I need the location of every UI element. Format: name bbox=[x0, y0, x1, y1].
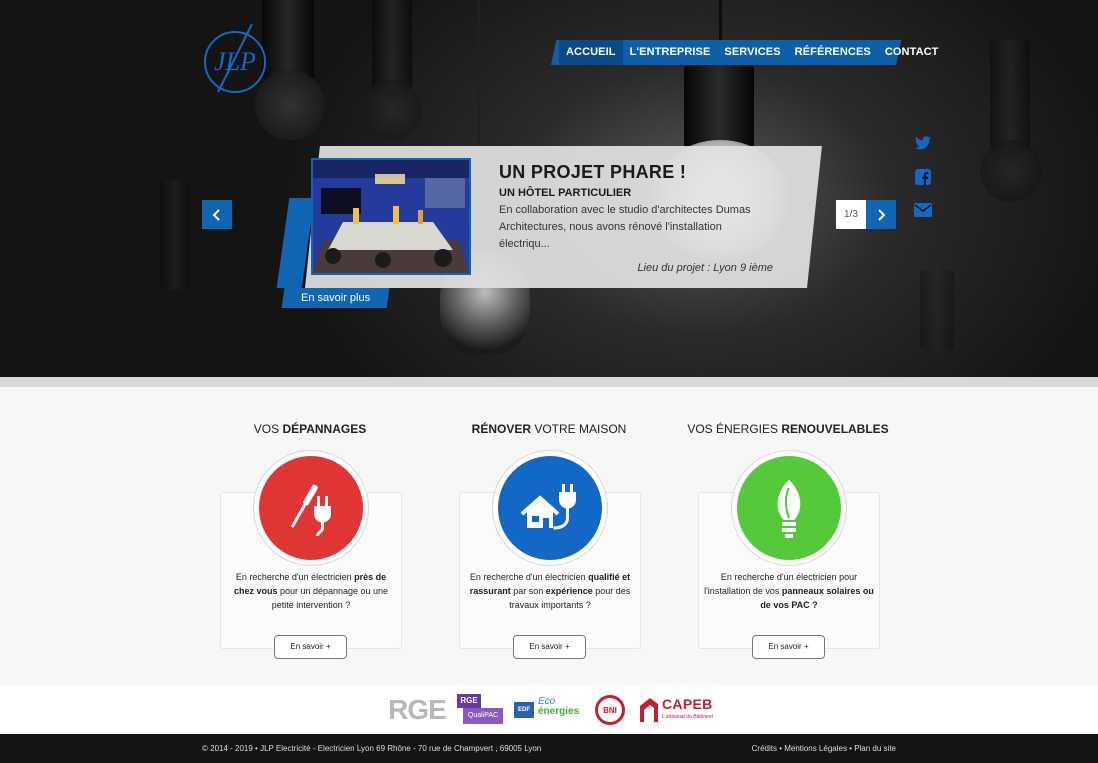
slide-title: UN PROJET PHARE ! bbox=[499, 162, 687, 182]
envelope-icon[interactable] bbox=[912, 200, 934, 220]
hero-bottom-strip bbox=[0, 377, 1098, 387]
service-icon-circle bbox=[737, 456, 841, 560]
logo-text: JLP bbox=[214, 47, 256, 76]
partner-logo-rge: RGE bbox=[388, 694, 447, 725]
slider-next-button[interactable] bbox=[866, 200, 896, 229]
bulb-socket bbox=[160, 180, 190, 290]
site-logo[interactable]: JLP bbox=[202, 22, 268, 94]
service-icon-circle bbox=[259, 456, 363, 560]
service-icon-ring bbox=[253, 450, 369, 566]
nav-item-references[interactable]: RÉFÉRENCES bbox=[788, 40, 878, 65]
slide-photo[interactable] bbox=[311, 158, 471, 275]
nav-item-contact[interactable]: CONTACT bbox=[878, 40, 946, 65]
slide-text: En collaboration avec le studio d'archit… bbox=[499, 204, 751, 250]
partner-logo-bni: BNI bbox=[594, 693, 626, 727]
slide-more-label: En savoir plus bbox=[300, 292, 371, 304]
service-icon-ring bbox=[492, 450, 608, 566]
service-icon-ring bbox=[731, 450, 847, 566]
chevron-left-icon bbox=[212, 208, 220, 221]
service-more-button[interactable]: En savoir + bbox=[513, 635, 586, 659]
slide-counter: 1/3 bbox=[836, 200, 866, 229]
leaf-bulb-icon bbox=[777, 480, 801, 538]
slide-location: Lieu du projet : Lyon 9 ième bbox=[637, 262, 773, 274]
bulb-socket bbox=[990, 40, 1030, 150]
bulb-socket bbox=[684, 65, 754, 150]
service-text: En recherche d'un électricien qualifié e… bbox=[469, 572, 631, 610]
service-icon-circle bbox=[498, 456, 602, 560]
footer: © 2014 - 2019 • JLP Electricité - Electr… bbox=[0, 734, 1098, 763]
bulb-socket bbox=[372, 0, 412, 90]
slide-more-button[interactable]: En savoir plus bbox=[281, 288, 390, 308]
partners-bar: RGE RGE QualiPAC EDF Eco énergies BNI CA… bbox=[0, 685, 1098, 734]
main-nav: ACCUEIL L'ENTREPRISE SERVICES RÉFÉRENCES… bbox=[551, 40, 946, 65]
service-title: RÉNOVER VOTRE MAISON bbox=[471, 422, 627, 436]
service-more-button[interactable]: En savoir + bbox=[274, 635, 347, 659]
service-title: VOS ÉNERGIES RENOUVELABLES bbox=[687, 422, 889, 436]
footer-copyright: © 2014 - 2019 • JLP Electricité - Electr… bbox=[202, 744, 542, 753]
slide-subtitle: UN HÔTEL PARTICULIER bbox=[499, 187, 632, 199]
footer-links[interactable]: Crédits • Mentions Légales • Plan du sit… bbox=[752, 744, 896, 753]
service-text: En recherche d'un électricien près de ch… bbox=[233, 572, 389, 610]
bulb-decor bbox=[980, 140, 1042, 202]
chevron-right-icon bbox=[878, 208, 886, 221]
nav-item-accueil[interactable]: ACCUEIL bbox=[559, 40, 623, 65]
bulb-cord bbox=[477, 0, 480, 150]
partner-logo-qualipac: RGE QualiPAC bbox=[457, 693, 503, 727]
facebook-icon[interactable] bbox=[912, 167, 934, 187]
service-more-button[interactable]: En savoir + bbox=[752, 635, 825, 659]
services-section: VOS DÉPANNAGES En recherche d'un électri… bbox=[0, 397, 1098, 685]
twitter-icon[interactable] bbox=[912, 133, 934, 153]
capeb-mark-icon bbox=[640, 698, 658, 722]
plug-screwdriver-icon bbox=[290, 484, 331, 537]
bulb-socket bbox=[920, 270, 954, 350]
bulb-socket bbox=[262, 0, 314, 80]
house-plug-icon bbox=[520, 484, 576, 530]
partner-logo-capeb: CAPEB L'artisanat du Bâtiment bbox=[638, 693, 720, 727]
nav-item-services[interactable]: SERVICES bbox=[717, 40, 787, 65]
service-title: VOS DÉPANNAGES bbox=[253, 422, 367, 436]
service-text: En recherche d'un électricien pour l'ins… bbox=[704, 572, 874, 610]
nav-item-entreprise[interactable]: L'ENTREPRISE bbox=[623, 40, 718, 65]
bulb-decor bbox=[362, 80, 422, 140]
partner-logo-eco-energies: EDF Eco énergies bbox=[514, 693, 582, 727]
slider-prev-button[interactable] bbox=[202, 200, 232, 229]
